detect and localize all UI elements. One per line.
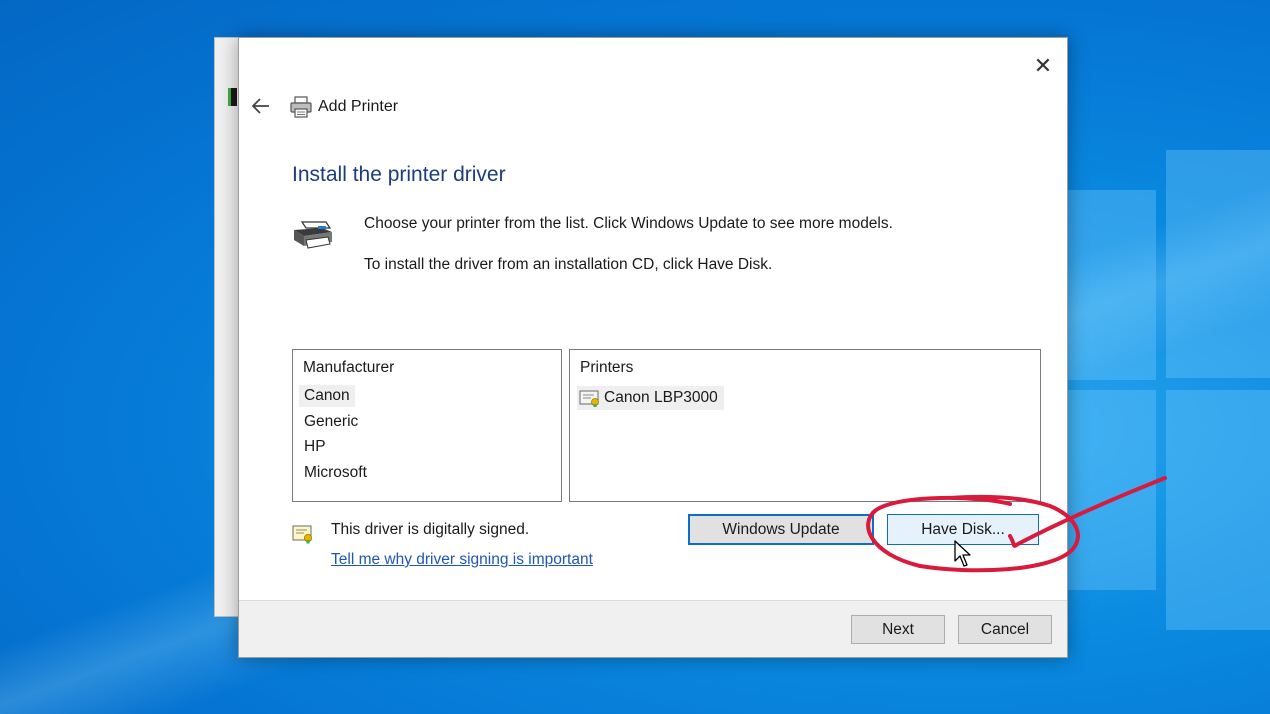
printer-icon [294, 221, 332, 249]
certificate-icon [579, 390, 599, 407]
back-arrow-icon[interactable] [249, 94, 273, 118]
manufacturer-item-microsoft[interactable]: Microsoft [299, 462, 372, 484]
logo-pane [1166, 390, 1270, 630]
driver-signing-help-link[interactable]: Tell me why driver signing is important [331, 551, 593, 569]
page-title: Install the printer driver [292, 163, 506, 186]
printer-item-label: Canon LBP3000 [604, 389, 718, 406]
mouse-cursor-icon [954, 540, 971, 567]
logo-pane [1068, 390, 1156, 590]
printers-list-header: Printers [580, 359, 634, 376]
cancel-button[interactable]: Cancel [958, 615, 1052, 644]
background-window-icon [228, 88, 237, 106]
manufacturer-item-generic[interactable]: Generic [299, 411, 363, 433]
manufacturer-item-canon[interactable]: Canon [299, 385, 355, 407]
manufacturer-list[interactable]: Manufacturer Canon Generic HP Microsoft [292, 349, 562, 502]
dialog-header-title: Add Printer [318, 98, 399, 115]
add-printer-dialog: ✕ Add Printer Install the printer driver… [238, 37, 1068, 658]
instruction-text-models: Choose your printer from the list. Click… [364, 215, 893, 232]
driver-signed-status: This driver is digitally signed. [331, 521, 530, 538]
windows-logo-wallpaper [1068, 150, 1270, 630]
manufacturer-item-hp[interactable]: HP [299, 436, 331, 458]
printer-icon [290, 96, 312, 118]
printer-item-canon-lbp3000[interactable]: Canon LBP3000 [577, 386, 724, 410]
printers-list[interactable]: Printers Canon LBP3000 [569, 349, 1041, 502]
close-icon[interactable]: ✕ [1029, 52, 1057, 80]
dialog-footer: Next Cancel [239, 600, 1067, 657]
certificate-icon [292, 525, 312, 544]
manufacturer-list-header: Manufacturer [303, 359, 395, 376]
logo-pane [1166, 150, 1270, 378]
instruction-text-have-disk: To install the driver from an installati… [364, 256, 773, 273]
next-button[interactable]: Next [851, 615, 945, 644]
windows-update-button[interactable]: Windows Update [688, 514, 874, 545]
logo-pane [1068, 190, 1156, 380]
